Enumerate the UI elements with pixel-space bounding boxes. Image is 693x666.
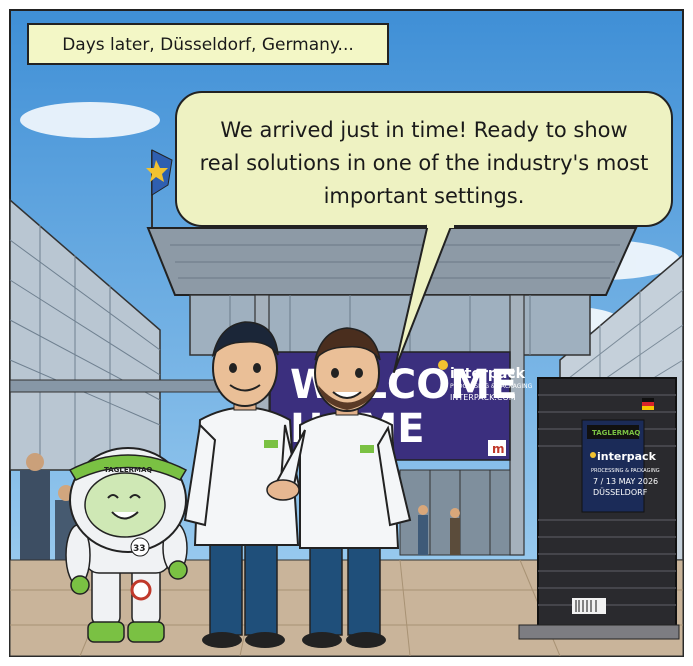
comic-illustration: WELCOME HOME interpack PROCESSING & PACK… (9, 9, 684, 657)
banner-url: INTERPACK.COM (450, 393, 516, 402)
crate-brand: interpack (597, 450, 657, 463)
speech-line-3: important settings. (324, 184, 525, 208)
mascot-number: 33 (133, 544, 146, 554)
handshake (266, 479, 300, 501)
shipping-crate: TAGLERMAQ interpack PROCESSING & PACKAGI… (518, 377, 680, 640)
crate-city: DÜSSELDORF (593, 487, 648, 497)
caption-box: Days later, Düsseldorf, Germany... (27, 23, 389, 65)
crate-tagline: PROCESSING & PACKAGING (591, 468, 660, 474)
caption-text: Days later, Düsseldorf, Germany... (62, 35, 354, 55)
banner-tagline: PROCESSING & PACKAGING (450, 383, 533, 390)
mascot-badge: TAGLERMAQ (104, 466, 152, 474)
banner-brand: interpack (450, 366, 526, 382)
crate-dates: 7 / 13 MAY 2026 (593, 477, 658, 486)
comic-panel: WELCOME HOME interpack PROCESSING & PACK… (0, 0, 693, 666)
barcode-label (572, 598, 606, 614)
speech-line-2: real solutions in one of the industry's … (200, 151, 649, 175)
banner-corner-mark: m (492, 442, 505, 456)
germany-flag-icon (642, 398, 654, 410)
crate-company: TAGLERMAQ (592, 429, 640, 437)
speech-line-1: We arrived just in time! Ready to show (220, 118, 627, 142)
